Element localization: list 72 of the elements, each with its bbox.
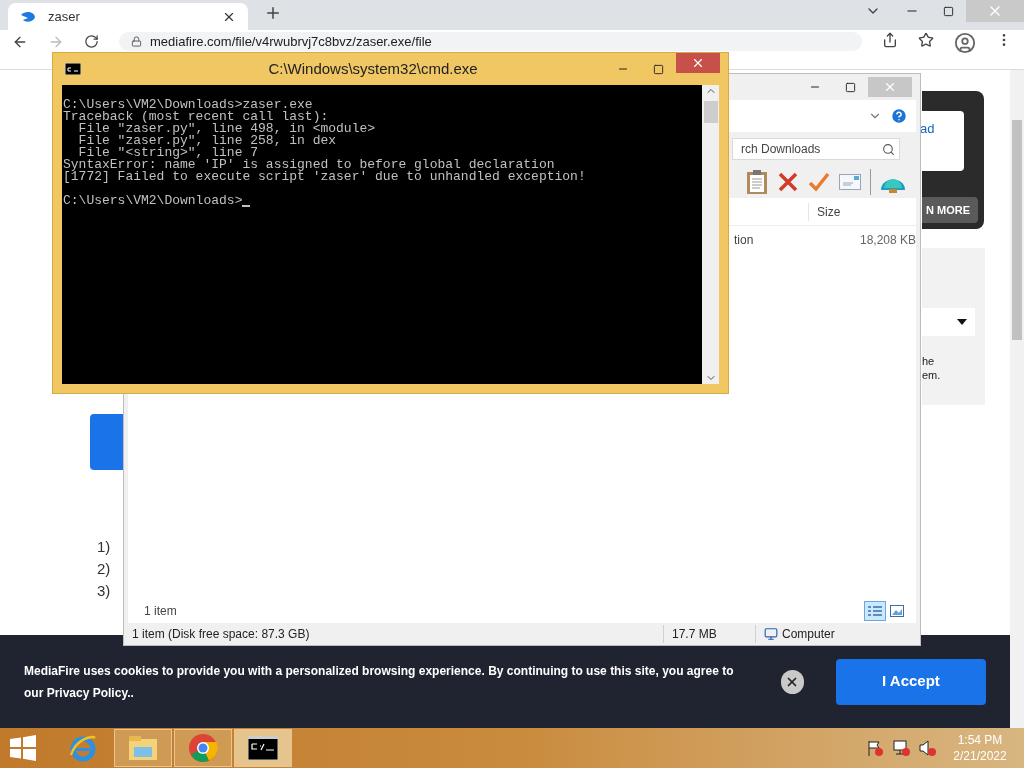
dropdown-arrow-icon bbox=[957, 319, 967, 325]
bookmark-icon[interactable] bbox=[918, 32, 934, 48]
console-line: [1772] Failed to execute script 'zaser' due to unhandled exception! bbox=[63, 171, 586, 183]
card-background bbox=[922, 111, 964, 171]
restore-icon[interactable] bbox=[943, 5, 954, 17]
tab-title: zaser bbox=[48, 7, 81, 26]
command-prompt-icon bbox=[65, 63, 81, 75]
item-count: 1 item bbox=[144, 603, 178, 620]
clock-time: 1:54 PM bbox=[957, 732, 1003, 748]
learn-more-button[interactable]: N MORE bbox=[922, 197, 978, 223]
lock-icon bbox=[131, 36, 142, 47]
browser-tab[interactable]: zaser bbox=[8, 3, 248, 30]
dropdown-field[interactable] bbox=[922, 308, 975, 336]
back-icon[interactable] bbox=[12, 34, 28, 50]
search-field[interactable]: rch Downloads bbox=[732, 138, 900, 160]
column-header[interactable]: Size bbox=[808, 202, 888, 221]
envelope-icon[interactable] bbox=[839, 174, 861, 190]
clock-date: 2/21/2022 bbox=[953, 748, 1007, 764]
maximize-icon[interactable] bbox=[653, 63, 664, 75]
scrollbar-thumb[interactable] bbox=[1012, 120, 1022, 340]
console-line: File "zaser.py", line 498, in <module> bbox=[77, 123, 376, 135]
cookie-notice-text: MediaFire uses cookies to provide you with a personalized browsing experience. By continuing to use this site, you agree to our Privacy Policy.. bbox=[24, 662, 734, 702]
chrome-icon bbox=[188, 733, 218, 763]
step-number: 2) bbox=[97, 559, 111, 579]
panel-text: em. bbox=[922, 368, 941, 382]
url-text: mediafire.com/file/v4rwubrvj7c8bvz/zaser.exe/file bbox=[150, 32, 432, 51]
close-icon bbox=[691, 56, 705, 70]
scrollbar-thumb[interactable] bbox=[703, 101, 718, 123]
console-line: C:\Users\VM2\Downloads>zaser.exe bbox=[63, 99, 313, 111]
file-name: tion bbox=[734, 232, 755, 249]
maximize-icon[interactable] bbox=[845, 81, 856, 93]
address-field[interactable]: mediafire.com/file/v4rwubrvj7c8bvz/zaser.exe/file bbox=[119, 32, 862, 51]
delete-icon[interactable] bbox=[777, 171, 799, 193]
picture-view-icon bbox=[890, 605, 904, 617]
console-line: File "zaser.py", line 258, in dex bbox=[77, 135, 337, 147]
computer-icon bbox=[764, 627, 778, 641]
search-text: rch Downloads bbox=[741, 141, 822, 158]
window-title: C:\Windows\system32\cmd.exe bbox=[267, 58, 479, 79]
console-line: File "<string>", line 7 bbox=[78, 147, 259, 159]
download-link[interactable]: ad bbox=[920, 119, 935, 139]
profile-icon[interactable] bbox=[954, 32, 976, 54]
step-number: 1) bbox=[97, 537, 111, 557]
details-view-icon bbox=[868, 605, 882, 617]
help-icon[interactable] bbox=[890, 107, 908, 125]
file-size: 18,208 KB bbox=[858, 232, 916, 249]
console-prompt: C:\Users\VM2\Downloads> bbox=[63, 195, 243, 207]
share-icon[interactable] bbox=[882, 32, 898, 48]
clipboard-icon[interactable] bbox=[746, 169, 768, 195]
status-size: 17.7 MB bbox=[664, 625, 756, 643]
details-view-button[interactable] bbox=[864, 601, 886, 621]
close-icon bbox=[883, 80, 897, 94]
search-icon[interactable] bbox=[882, 142, 895, 156]
checkmark-icon[interactable] bbox=[808, 171, 830, 193]
panel-text: he bbox=[922, 354, 936, 368]
speaker-muted-icon[interactable] bbox=[918, 739, 936, 757]
taskbar-button[interactable] bbox=[234, 729, 292, 767]
status-text: 1 item (Disk free space: 87.3 GB) bbox=[124, 625, 664, 643]
console-line: Traceback (most recent call last): bbox=[63, 111, 329, 123]
status-location: Computer bbox=[782, 626, 835, 643]
flame-logo-icon bbox=[20, 10, 36, 23]
network-icon[interactable] bbox=[892, 739, 910, 757]
windows-start-icon[interactable] bbox=[10, 735, 36, 761]
new-tab-icon[interactable] bbox=[264, 4, 282, 22]
folder-icon bbox=[128, 735, 158, 761]
reload-icon[interactable] bbox=[84, 34, 99, 49]
flag-icon[interactable] bbox=[866, 739, 884, 757]
close-button[interactable] bbox=[780, 669, 804, 694]
console-line: SyntaxError: name 'IP' is assigned to before global declaration bbox=[63, 159, 555, 171]
command-prompt-icon bbox=[248, 736, 278, 760]
internet-explorer-icon bbox=[68, 733, 98, 763]
step-number: 3) bbox=[97, 581, 111, 601]
accept-button[interactable]: I Accept bbox=[835, 658, 986, 705]
